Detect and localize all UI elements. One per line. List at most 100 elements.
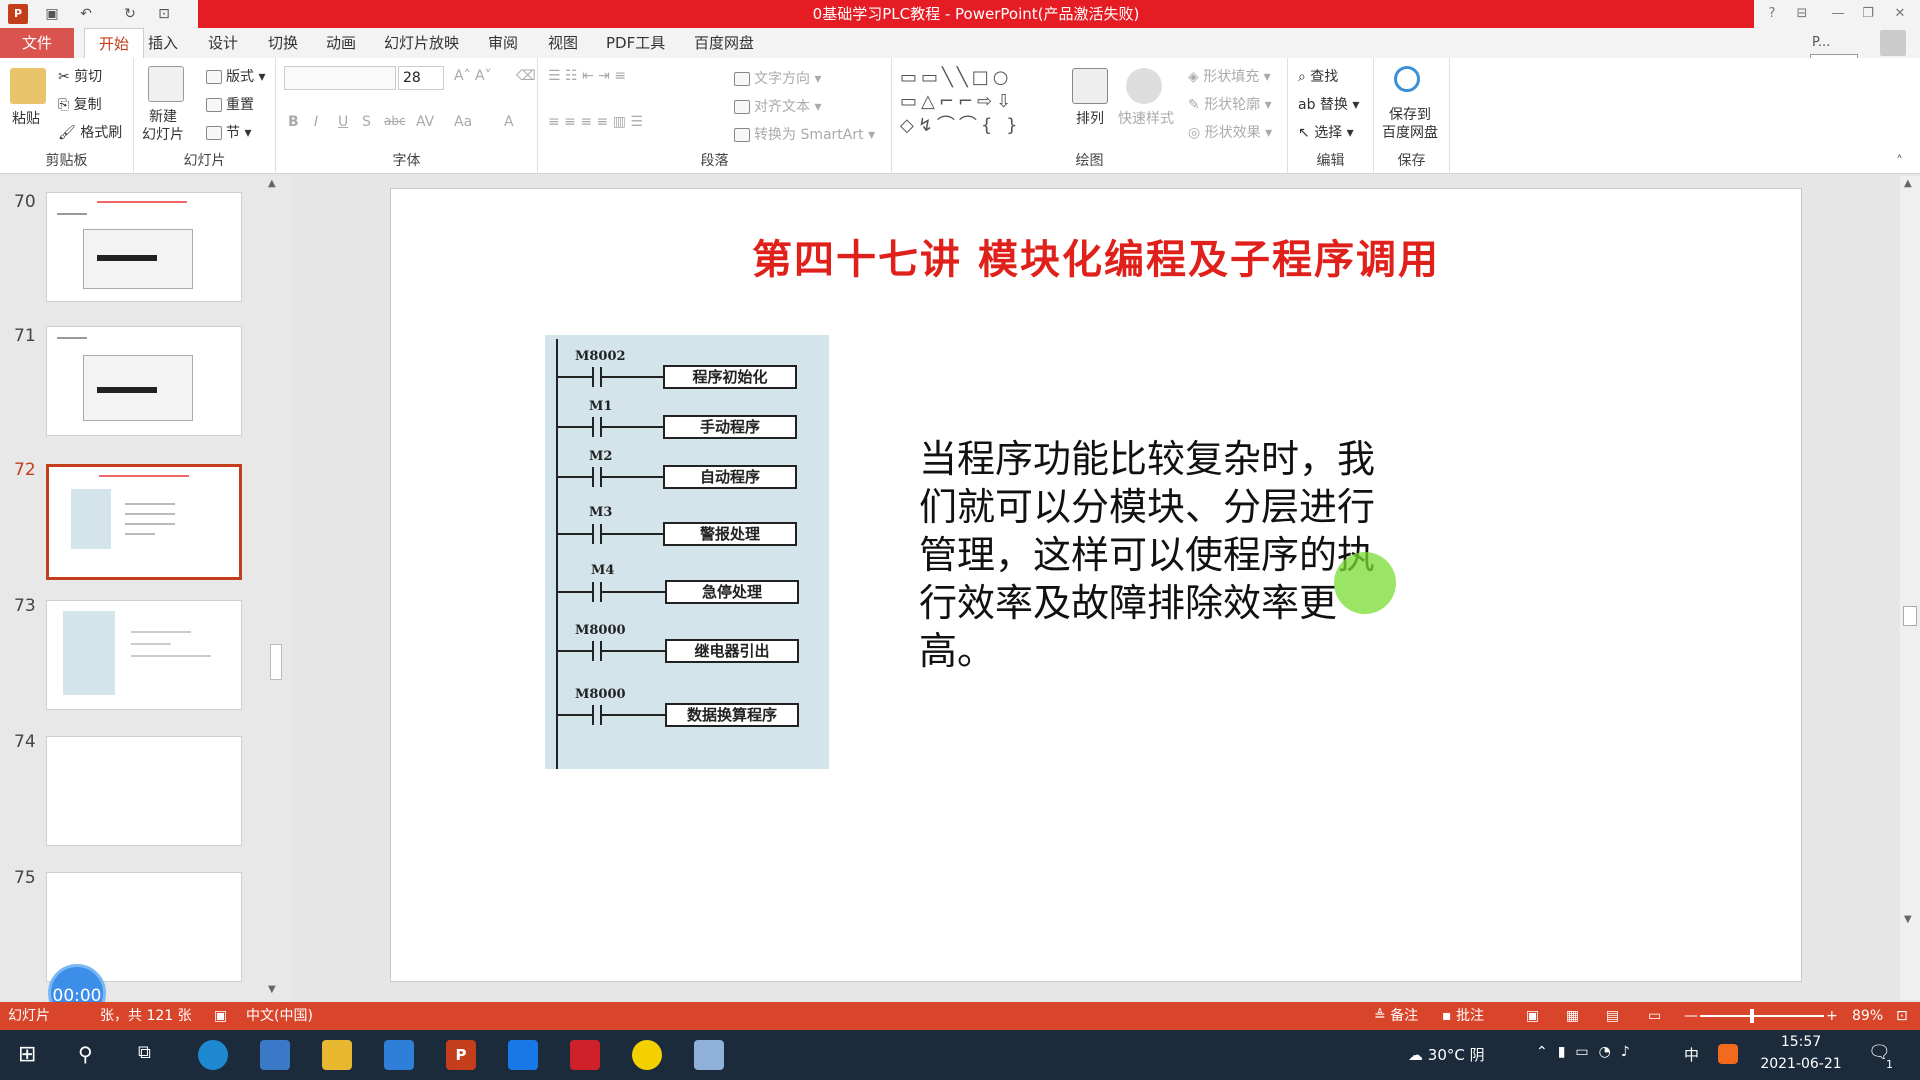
- restore-button[interactable]: ❐: [1856, 2, 1880, 26]
- tray-icons[interactable]: ⌃▮▭◔♪: [1536, 1044, 1640, 1060]
- save-baidu-button[interactable]: 保存到 百度网盘: [1382, 106, 1438, 142]
- tab-insert[interactable]: 插入: [148, 28, 178, 58]
- char-spacing-button[interactable]: AV: [416, 114, 434, 130]
- collapse-ribbon-icon[interactable]: ˄: [1896, 154, 1903, 170]
- image-app-icon[interactable]: [694, 1040, 724, 1070]
- scrollbar-thumb[interactable]: [270, 644, 282, 680]
- slide-canvas[interactable]: 第四十七讲 模块化编程及子程序调用 M8002 程序初始化 M1 手动程序 M2…: [390, 188, 1802, 982]
- shape-fill-button[interactable]: ◈ 形状填充 ▾: [1188, 66, 1271, 86]
- bold-button[interactable]: B: [288, 114, 299, 130]
- slide-thumbnail-70[interactable]: [46, 192, 242, 302]
- cut-button[interactable]: ✂ 剪切: [58, 66, 102, 86]
- slideshow-view-icon[interactable]: ▭: [1648, 1002, 1661, 1030]
- find-button[interactable]: ⌕ 查找: [1298, 66, 1338, 86]
- slide-thumbnail-71[interactable]: [46, 326, 242, 436]
- clear-format-icon[interactable]: ⌫: [516, 68, 536, 84]
- tab-view[interactable]: 视图: [548, 28, 578, 58]
- comments-button[interactable]: ▪ 批注: [1442, 1002, 1484, 1030]
- slide-title[interactable]: 第四十七讲 模块化编程及子程序调用: [391, 227, 1801, 285]
- slide-body-text[interactable]: 当程序功能比较复杂时，我们就可以分模块、分层进行管理，这样可以使程序的执行效率及…: [919, 435, 1379, 675]
- scroll-down-icon[interactable]: ▼: [1904, 914, 1912, 925]
- tab-review[interactable]: 审阅: [488, 28, 518, 58]
- select-button[interactable]: ↖ 选择 ▾: [1298, 122, 1354, 142]
- arrange-button[interactable]: 排列: [1076, 108, 1104, 128]
- redo-icon[interactable]: ↻: [120, 4, 140, 24]
- file-explorer-icon[interactable]: [322, 1040, 352, 1070]
- zoom-out-icon[interactable]: —: [1684, 1002, 1698, 1030]
- clock-time[interactable]: 15:57: [1756, 1034, 1846, 1050]
- zoom-in-icon[interactable]: +: [1826, 1002, 1838, 1030]
- scroll-down-icon[interactable]: ▼: [268, 984, 276, 995]
- layout-button[interactable]: 版式 ▾: [206, 66, 265, 86]
- scroll-up-icon[interactable]: ▲: [268, 178, 276, 189]
- shadow-button[interactable]: S: [362, 114, 371, 130]
- close-button[interactable]: ✕: [1888, 2, 1912, 26]
- format-painter-button[interactable]: 🖌 格式刷: [58, 122, 122, 142]
- align-text-button[interactable]: 对齐文本 ▾: [734, 96, 821, 116]
- task-view-icon[interactable]: ⧉: [138, 1042, 151, 1063]
- scrollbar-thumb[interactable]: [1903, 606, 1917, 626]
- minimize-button[interactable]: —: [1826, 2, 1850, 26]
- baidu-cloud-icon[interactable]: [1394, 66, 1420, 92]
- arrange-icon[interactable]: [1072, 68, 1108, 104]
- change-case-button[interactable]: Aa: [454, 114, 472, 130]
- feishu-icon[interactable]: [384, 1040, 414, 1070]
- slideshow-start-icon[interactable]: ⊡: [154, 4, 174, 24]
- scroll-up-icon[interactable]: ▲: [1904, 178, 1912, 189]
- editor-scrollbar[interactable]: ▲ ▼: [1900, 176, 1920, 1000]
- paste-button[interactable]: 粘贴: [12, 108, 40, 128]
- font-color-button[interactable]: A: [504, 114, 514, 130]
- smartart-button[interactable]: 转换为 SmartArt ▾: [734, 124, 875, 144]
- section-button[interactable]: 节 ▾: [206, 122, 251, 142]
- ribbon-display-icon[interactable]: ⊟: [1790, 2, 1814, 26]
- bullets-icon[interactable]: ☰ ☷ ⇤ ⇥ ≡: [548, 68, 626, 84]
- replace-button[interactable]: ab 替换 ▾: [1298, 94, 1359, 114]
- strikethrough-button[interactable]: abc: [384, 114, 406, 128]
- italic-button[interactable]: I: [314, 114, 318, 130]
- undo-icon[interactable]: ↶: [76, 4, 96, 24]
- sogou-icon[interactable]: [1718, 1044, 1738, 1064]
- slide-thumbnail-74[interactable]: [46, 736, 242, 846]
- tab-pdf-tools[interactable]: PDF工具: [606, 28, 665, 58]
- search-icon[interactable]: ⚲: [78, 1042, 93, 1066]
- notes-button[interactable]: ≜ 备注: [1374, 1002, 1418, 1030]
- windows-start-icon[interactable]: ⊞: [18, 1042, 36, 1067]
- new-slide-button[interactable]: 新建 幻灯片: [142, 108, 184, 144]
- paste-icon[interactable]: [10, 68, 46, 104]
- tab-animations[interactable]: 动画: [326, 28, 356, 58]
- font-family-select[interactable]: [284, 66, 396, 90]
- normal-view-icon[interactable]: ▣: [1526, 1002, 1539, 1030]
- slide-thumbnail-73[interactable]: [46, 600, 242, 710]
- text-direction-button[interactable]: 文字方向 ▾: [734, 68, 821, 88]
- new-slide-icon[interactable]: [148, 66, 184, 102]
- zoom-level[interactable]: 89%: [1852, 1002, 1883, 1030]
- shape-outline-button[interactable]: ✎ 形状轮廓 ▾: [1188, 94, 1272, 114]
- weather-widget[interactable]: ☁ 30°C 阴: [1408, 1044, 1485, 1065]
- store-icon[interactable]: [260, 1040, 290, 1070]
- tab-baidu-netdisk[interactable]: 百度网盘: [694, 28, 754, 58]
- app-icon[interactable]: [570, 1040, 600, 1070]
- thumbnail-scrollbar[interactable]: ▲ ▼: [268, 176, 284, 1000]
- shapes-gallery[interactable]: ▭▭╲╲□○ ▭△⌐⌐⇨⇩ ◇↯⌒⌒{ }: [900, 66, 1060, 138]
- help-icon[interactable]: ?: [1760, 2, 1784, 26]
- edge-browser-icon[interactable]: [198, 1040, 228, 1070]
- tab-transitions[interactable]: 切换: [268, 28, 298, 58]
- spellcheck-icon[interactable]: ▣: [214, 1002, 227, 1030]
- tab-design[interactable]: 设计: [208, 28, 238, 58]
- underline-button[interactable]: U: [338, 114, 348, 130]
- phone-app-icon[interactable]: [508, 1040, 538, 1070]
- tab-file[interactable]: 文件: [0, 28, 74, 58]
- ime-indicator[interactable]: 中: [1684, 1044, 1699, 1065]
- clock-date[interactable]: 2021-06-21: [1756, 1056, 1846, 1072]
- zoom-slider[interactable]: [1700, 1015, 1824, 1017]
- align-icons[interactable]: ≡ ≡ ≡ ≡ ▥ ☰: [548, 114, 643, 130]
- save-icon[interactable]: ▣: [42, 4, 62, 24]
- language-indicator[interactable]: 中文(中国): [246, 1002, 313, 1030]
- tab-home[interactable]: 开始: [84, 28, 145, 58]
- tab-slideshow[interactable]: 幻灯片放映: [384, 28, 459, 58]
- powerpoint-taskbar-icon[interactable]: P: [446, 1040, 476, 1070]
- copy-button[interactable]: ⎘ 复制: [58, 94, 102, 114]
- zoom-slider-thumb[interactable]: [1750, 1009, 1754, 1023]
- font-size-select[interactable]: 28: [398, 66, 444, 90]
- fit-slide-icon[interactable]: ⊡: [1896, 1002, 1908, 1030]
